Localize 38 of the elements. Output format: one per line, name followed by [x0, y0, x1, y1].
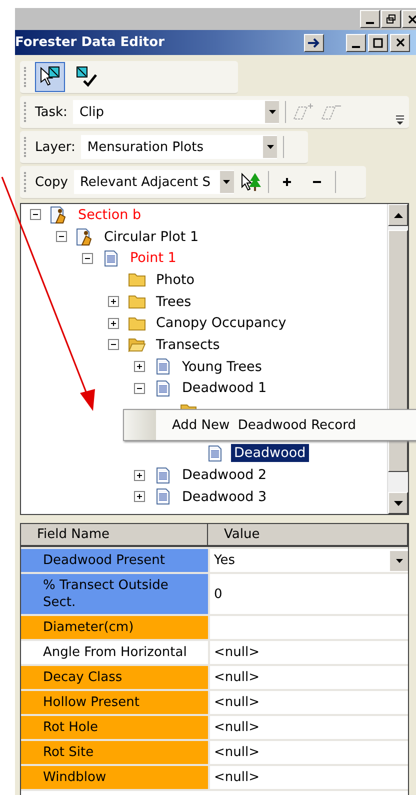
tree-item[interactable]: Deadwood [231, 444, 309, 462]
tree-item[interactable]: Point 1 [127, 249, 180, 268]
field-name-cell: Diameter(cm) [21, 616, 208, 639]
window-title: Forester Data Editor [15, 35, 166, 50]
value-cell[interactable]: <null> [208, 666, 408, 689]
tree-item[interactable]: Photo [153, 270, 198, 289]
copy-dropdown[interactable]: Relevant Adjacent S [74, 170, 234, 194]
layer-label: Layer: [35, 140, 76, 154]
value-cell[interactable]: 0 [208, 574, 408, 614]
field-name-cell: Hollow Present [21, 691, 208, 714]
task-label: Task: [35, 104, 68, 120]
tree-item[interactable]: Deadwood 3 [179, 488, 270, 506]
field-name-cell: % Transect Outside Sect. [21, 574, 208, 614]
tree-item[interactable]: Section b [75, 206, 144, 224]
value-cell[interactable]: Yes [208, 549, 408, 572]
field-name-cell: Rot Site [21, 741, 208, 764]
tree-item[interactable]: Circular Plot 1 [101, 228, 202, 246]
layer-dropdown[interactable]: Mensuration Plots [81, 135, 278, 159]
tree-item[interactable]: Deadwood 2 [179, 466, 270, 484]
value-cell[interactable]: <null> [208, 716, 408, 739]
tree-item[interactable]: Trees [153, 292, 194, 311]
menu-item[interactable]: Add New Deadwood Record [156, 410, 356, 440]
field-name-cell: Rot Hole [21, 716, 208, 739]
value-cell[interactable]: <null> [208, 741, 408, 764]
field-name-cell: Deadwood Present [21, 549, 208, 572]
tree-item[interactable]: Young Trees [179, 358, 265, 376]
field-name-cell: Decay Class [21, 666, 208, 689]
field-name-cell: Windblow [21, 766, 208, 789]
tree-item[interactable]: Canopy Occupancy [153, 314, 290, 332]
tree-item[interactable]: Transects [153, 336, 223, 354]
tree-item[interactable]: Deadwood 1 [179, 379, 270, 398]
column-header[interactable]: Field Name [21, 524, 208, 547]
value-cell[interactable]: <null> [208, 641, 408, 664]
value-cell[interactable]: <null> [208, 691, 408, 714]
copy-label: Copy [35, 174, 68, 190]
column-header[interactable]: Value [208, 524, 408, 547]
value-cell[interactable]: <null> [208, 766, 408, 789]
task-dropdown[interactable]: Clip [73, 100, 280, 124]
